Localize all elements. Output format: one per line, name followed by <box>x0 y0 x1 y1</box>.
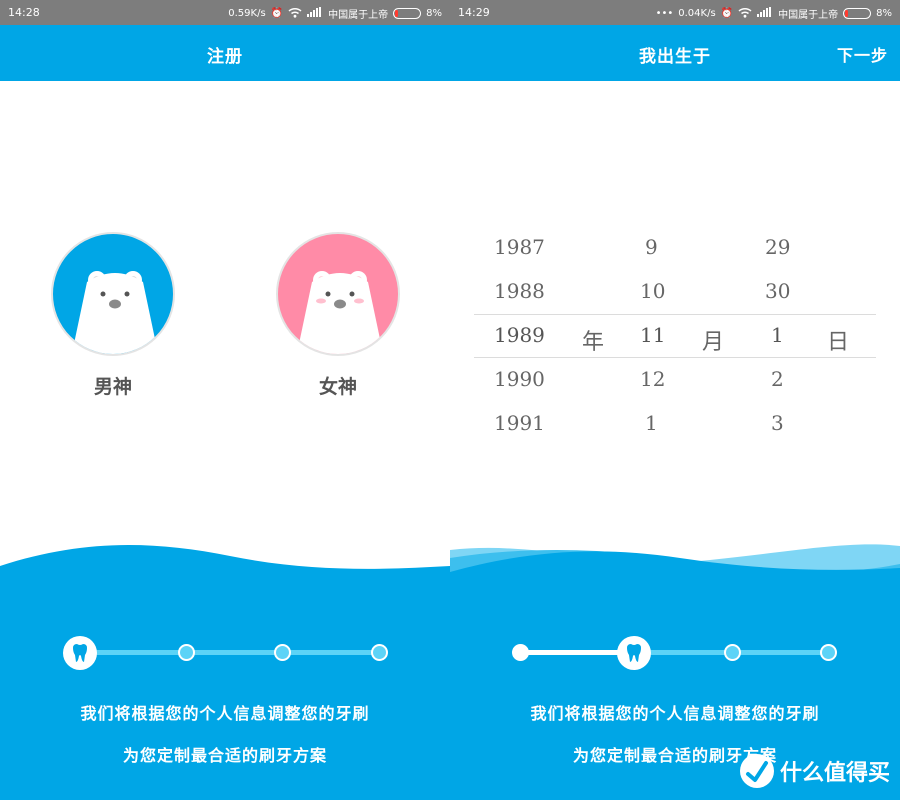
male-label[interactable]: 男神 <box>51 372 175 399</box>
app-bar: 注册 <box>0 25 450 81</box>
status-bar: 14:29 ••• 0.04K/s ⏰ 中国属于上帝 8% <box>450 0 900 25</box>
step-dot-done <box>512 644 529 661</box>
selection-divider-top <box>474 314 876 315</box>
carrier-name: 中国属于上帝 <box>778 10 839 21</box>
watermark: 什么值得买 <box>739 754 890 788</box>
female-label[interactable]: 女神 <box>276 372 400 399</box>
month-selected[interactable]: 11 <box>640 323 665 347</box>
step-dot <box>724 644 741 661</box>
step-dot <box>274 644 291 661</box>
day-option[interactable]: 3 <box>771 411 784 435</box>
carrier-name: 中国属于上帝 <box>328 10 389 21</box>
year-option[interactable]: 1990 <box>494 367 545 391</box>
month-unit: 月 <box>702 330 725 355</box>
month-option[interactable]: 10 <box>640 279 665 303</box>
alarm-icon: ⏰ <box>270 8 284 19</box>
status-time: 14:28 <box>8 6 40 19</box>
battery-icon <box>843 8 872 19</box>
picker-row[interactable]: 1991 1 3 <box>450 401 900 445</box>
day-selected[interactable]: 1 <box>771 323 784 347</box>
year-option[interactable]: 1991 <box>494 411 545 435</box>
page-title: 注册 <box>207 47 243 67</box>
more-icon: ••• <box>655 8 674 19</box>
female-avatar-button[interactable] <box>276 232 400 356</box>
picker-row[interactable]: 1990 12 2 <box>450 357 900 401</box>
progress-track <box>80 650 380 655</box>
step-dot <box>178 644 195 661</box>
battery-icon <box>393 8 422 19</box>
step-progress <box>450 636 900 670</box>
step-dot <box>820 644 837 661</box>
birthdate-screen: 14:29 ••• 0.04K/s ⏰ 中国属于上帝 8% 我出生于 下一步 1… <box>450 0 900 800</box>
year-unit: 年 <box>582 330 605 355</box>
picker-row[interactable]: 1987 9 29 <box>450 225 900 269</box>
bear-icon <box>71 271 159 354</box>
register-screen: 14:28 0.59K/s ⏰ 中国属于上帝 8% 注册 男神 女神 我们将根据… <box>0 0 450 800</box>
tooth-icon <box>73 644 87 662</box>
day-unit: 日 <box>827 330 850 355</box>
watermark-text: 什么值得买 <box>779 761 890 786</box>
month-option[interactable]: 1 <box>645 411 658 435</box>
tooth-icon <box>627 644 641 662</box>
bear-icon <box>296 271 384 354</box>
month-option[interactable]: 12 <box>640 367 665 391</box>
signal-icon <box>307 7 323 20</box>
male-avatar-button[interactable] <box>51 232 175 356</box>
day-option[interactable]: 30 <box>765 279 790 303</box>
year-option[interactable]: 1987 <box>494 235 545 259</box>
year-option[interactable]: 1988 <box>494 279 545 303</box>
day-option[interactable]: 29 <box>765 235 790 259</box>
next-step-button[interactable]: 下一步 <box>837 42 888 66</box>
current-step-marker <box>63 636 97 670</box>
battery-percent: 8% <box>876 8 892 19</box>
battery-percent: 8% <box>426 8 442 19</box>
year-selected[interactable]: 1989 <box>494 323 545 347</box>
current-step-marker <box>617 636 651 670</box>
info-line-1: 我们将根据您的个人信息调整您的牙刷 <box>80 704 370 723</box>
alarm-icon: ⏰ <box>720 8 734 19</box>
app-bar: 我出生于 下一步 <box>450 25 900 81</box>
day-option[interactable]: 2 <box>771 367 784 391</box>
smzdm-logo-icon <box>739 754 774 788</box>
status-time: 14:29 <box>458 6 490 19</box>
signal-icon <box>757 7 773 20</box>
wifi-icon <box>288 7 302 21</box>
page-title: 我出生于 <box>639 47 711 67</box>
network-speed: 0.59K/s <box>228 8 266 19</box>
network-speed: 0.04K/s <box>678 8 716 19</box>
step-progress <box>0 636 450 670</box>
info-line-2: 为您定制最合适的刷牙方案 <box>122 746 327 765</box>
step-dot <box>371 644 388 661</box>
picker-row[interactable]: 1988 10 30 <box>450 269 900 313</box>
month-option[interactable]: 9 <box>645 235 658 259</box>
info-line-1: 我们将根据您的个人信息调整您的牙刷 <box>530 704 820 723</box>
selection-divider-bottom <box>474 357 876 358</box>
wifi-icon <box>738 7 752 21</box>
status-bar: 14:28 0.59K/s ⏰ 中国属于上帝 8% <box>0 0 450 25</box>
